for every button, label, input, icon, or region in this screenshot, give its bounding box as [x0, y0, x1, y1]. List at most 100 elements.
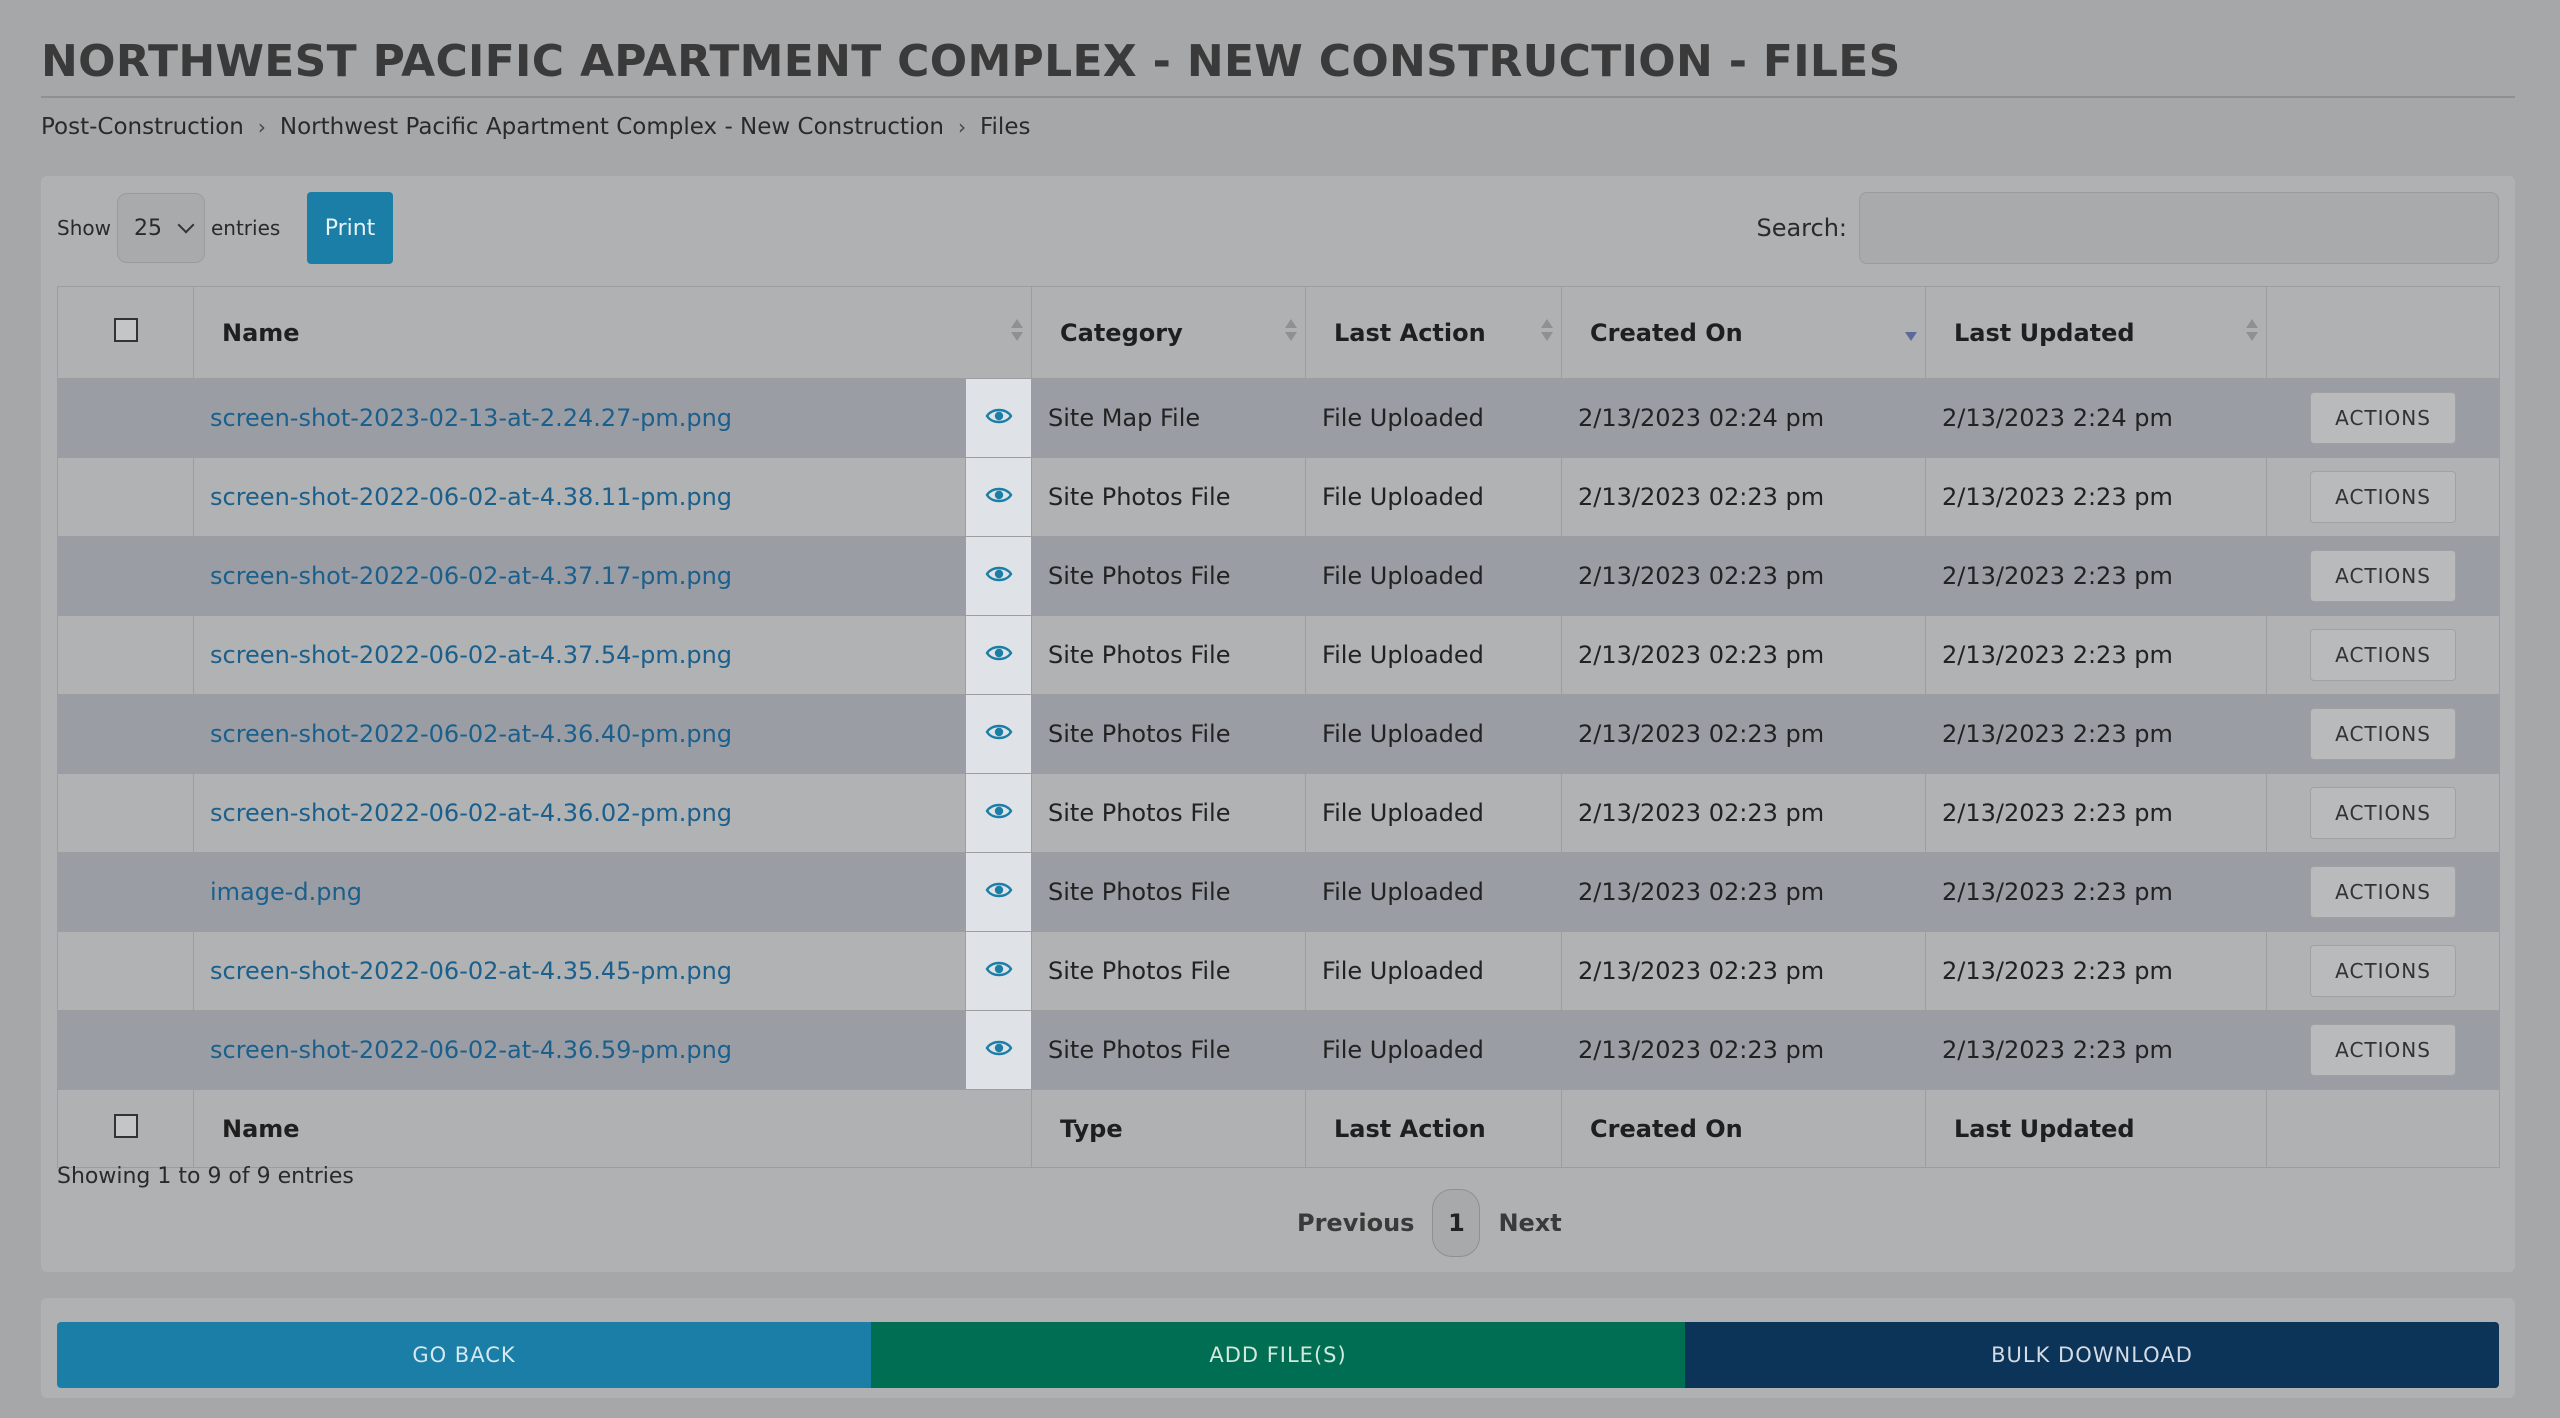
- category-cell: Site Photos File: [1031, 852, 1307, 932]
- file-name-link[interactable]: image-d.png: [210, 878, 362, 906]
- actions-cell: ACTIONS: [2266, 457, 2501, 537]
- files-table: Name Category Last Action Created On Las…: [57, 286, 2501, 1168]
- chevron-right-icon: ›: [257, 115, 266, 139]
- actions-button[interactable]: ACTIONS: [2310, 392, 2457, 444]
- file-name-cell: image-d.png: [193, 852, 966, 932]
- actions-cell: ACTIONS: [2266, 694, 2501, 774]
- file-name-link[interactable]: screen-shot-2022-06-02-at-4.37.17-pm.png: [210, 562, 732, 590]
- table-row: screen-shot-2022-06-02-at-4.36.59-pm.png…: [57, 1010, 2501, 1090]
- file-name-link[interactable]: screen-shot-2022-06-02-at-4.36.59-pm.png: [210, 1036, 732, 1064]
- actions-cell: ACTIONS: [2266, 536, 2501, 616]
- add-files-button[interactable]: ADD FILE(S): [871, 1322, 1685, 1388]
- actions-button[interactable]: ACTIONS: [2310, 1024, 2457, 1076]
- eye-icon[interactable]: [964, 1010, 1033, 1090]
- next-button[interactable]: Next: [1498, 1209, 1561, 1237]
- table-row: image-d.png Site Photos File File Uploaded…: [57, 852, 2501, 932]
- table-row: screen-shot-2022-06-02-at-4.36.40-pm.png…: [57, 694, 2501, 774]
- last-action-cell: File Uploaded: [1305, 457, 1563, 537]
- row-select-cell: [57, 615, 194, 695]
- actions-cell: ACTIONS: [2266, 1010, 2501, 1090]
- select-all-header: [57, 286, 194, 379]
- row-select-cell: [57, 378, 194, 458]
- breadcrumb-item-post-construction[interactable]: Post-Construction: [41, 114, 244, 140]
- actions-button[interactable]: ACTIONS: [2310, 708, 2457, 760]
- breadcrumb-item-project[interactable]: Northwest Pacific Apartment Complex - Ne…: [280, 114, 944, 140]
- page-button-1[interactable]: 1: [1432, 1189, 1481, 1257]
- column-header-category[interactable]: Category: [1031, 286, 1307, 379]
- row-select-cell: [57, 536, 194, 616]
- table-row: screen-shot-2022-06-02-at-4.37.54-pm.png…: [57, 615, 2501, 695]
- footer-last-action: Last Action: [1305, 1089, 1563, 1168]
- print-button[interactable]: Print: [307, 192, 393, 264]
- entries-select[interactable]: 25: [116, 193, 205, 263]
- file-name-cell: screen-shot-2022-06-02-at-4.37.54-pm.png: [193, 615, 966, 695]
- entries-label: entries: [210, 216, 281, 240]
- actions-button[interactable]: ACTIONS: [2310, 787, 2457, 839]
- last-updated-cell: 2/13/2023 2:23 pm: [1925, 931, 2268, 1011]
- actions-cell: ACTIONS: [2266, 773, 2501, 853]
- eye-icon[interactable]: [964, 852, 1033, 932]
- eye-icon[interactable]: [964, 694, 1033, 774]
- eye-icon[interactable]: [964, 457, 1033, 537]
- last-updated-cell: 2/13/2023 2:23 pm: [1925, 457, 2268, 537]
- footer-type: Type: [1031, 1089, 1307, 1168]
- search-input[interactable]: [1859, 192, 2499, 264]
- search-label: Search:: [1756, 214, 1847, 242]
- category-cell: Site Photos File: [1031, 931, 1307, 1011]
- select-all-checkbox-footer[interactable]: [113, 1113, 138, 1138]
- actions-button[interactable]: ACTIONS: [2310, 945, 2457, 997]
- sort-icon: [1011, 319, 1024, 347]
- column-header-last-action[interactable]: Last Action: [1305, 286, 1563, 379]
- eye-icon[interactable]: [964, 536, 1033, 616]
- file-name-link[interactable]: screen-shot-2022-06-02-at-4.35.45-pm.png: [210, 957, 732, 985]
- created-on-cell: 2/13/2023 02:23 pm: [1561, 773, 1927, 853]
- file-name-link[interactable]: screen-shot-2022-06-02-at-4.38.11-pm.png: [210, 483, 732, 511]
- actions-button[interactable]: ACTIONS: [2310, 550, 2457, 602]
- row-select-cell: [57, 773, 194, 853]
- last-updated-cell: 2/13/2023 2:23 pm: [1925, 1010, 2268, 1090]
- title-divider: [41, 96, 2515, 98]
- file-name-link[interactable]: screen-shot-2023-02-13-at-2.24.27-pm.png: [210, 404, 732, 432]
- file-name-cell: screen-shot-2022-06-02-at-4.36.02-pm.png: [193, 773, 966, 853]
- files-panel: Show 25 entries Print Search: Name Categ…: [41, 176, 2515, 1272]
- last-updated-cell: 2/13/2023 2:24 pm: [1925, 378, 2268, 458]
- actions-button[interactable]: ACTIONS: [2310, 866, 2457, 918]
- entries-select-value: 25: [133, 215, 162, 241]
- eye-icon[interactable]: [964, 773, 1033, 853]
- select-all-checkbox[interactable]: [113, 317, 138, 342]
- file-name-cell: screen-shot-2022-06-02-at-4.37.17-pm.png: [193, 536, 966, 616]
- actions-button[interactable]: ACTIONS: [2310, 629, 2457, 681]
- last-updated-cell: 2/13/2023 2:23 pm: [1925, 615, 2268, 695]
- file-name-link[interactable]: screen-shot-2022-06-02-at-4.37.54-pm.png: [210, 641, 732, 669]
- eye-icon[interactable]: [964, 931, 1033, 1011]
- category-cell: Site Map File: [1031, 378, 1307, 458]
- previous-button[interactable]: Previous: [1297, 1209, 1414, 1237]
- created-on-cell: 2/13/2023 02:23 pm: [1561, 615, 1927, 695]
- file-name-cell: screen-shot-2022-06-02-at-4.36.59-pm.png: [193, 1010, 966, 1090]
- column-header-name[interactable]: Name: [192, 286, 1033, 379]
- row-select-cell: [57, 694, 194, 774]
- actions-cell: ACTIONS: [2266, 852, 2501, 932]
- file-name-link[interactable]: screen-shot-2022-06-02-at-4.36.40-pm.png: [210, 720, 732, 748]
- go-back-button[interactable]: GO BACK: [57, 1322, 871, 1388]
- footer-created-on: Created On: [1561, 1089, 1927, 1168]
- column-header-created-on[interactable]: Created On: [1561, 286, 1927, 379]
- eye-icon[interactable]: [964, 615, 1033, 695]
- created-on-cell: 2/13/2023 02:23 pm: [1561, 1010, 1927, 1090]
- breadcrumb: Post-Construction › Northwest Pacific Ap…: [41, 110, 1030, 144]
- last-action-cell: File Uploaded: [1305, 773, 1563, 853]
- actions-button[interactable]: ACTIONS: [2310, 471, 2457, 523]
- sort-icon: [1541, 319, 1554, 347]
- file-name-cell: screen-shot-2022-06-02-at-4.35.45-pm.png: [193, 931, 966, 1011]
- last-updated-cell: 2/13/2023 2:23 pm: [1925, 773, 2268, 853]
- bulk-download-button[interactable]: BULK DOWNLOAD: [1685, 1322, 2499, 1388]
- column-header-last-updated[interactable]: Last Updated: [1925, 286, 2268, 379]
- last-action-cell: File Uploaded: [1305, 852, 1563, 932]
- file-name-cell: screen-shot-2022-06-02-at-4.36.40-pm.png: [193, 694, 966, 774]
- category-cell: Site Photos File: [1031, 615, 1307, 695]
- file-name-link[interactable]: screen-shot-2022-06-02-at-4.36.02-pm.png: [210, 799, 732, 827]
- eye-icon[interactable]: [964, 378, 1033, 458]
- actions-cell: ACTIONS: [2266, 378, 2501, 458]
- footer-last-updated: Last Updated: [1925, 1089, 2268, 1168]
- created-on-cell: 2/13/2023 02:23 pm: [1561, 852, 1927, 932]
